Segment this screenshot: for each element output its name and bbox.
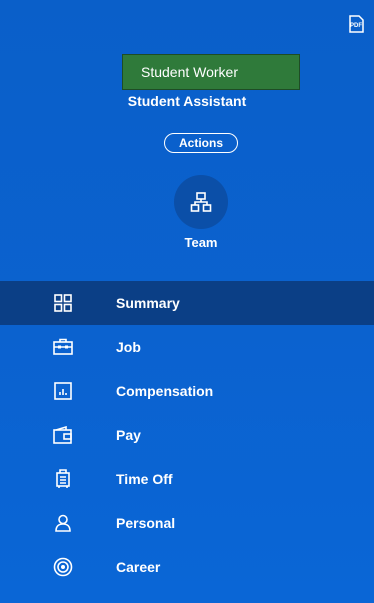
team-button[interactable] [174, 175, 228, 229]
worker-name: Student Worker [141, 64, 239, 80]
nav-label: Compensation [116, 383, 214, 399]
nav-label: Time Off [116, 471, 173, 487]
nav-label: Summary [116, 295, 180, 311]
person-icon [53, 513, 73, 533]
nav-label: Personal [116, 515, 176, 531]
nav-item-time-off[interactable]: Time Off [0, 457, 374, 501]
nav-item-job[interactable]: Job [0, 325, 374, 369]
nav-label: Pay [116, 427, 141, 443]
nav-label: Job [116, 339, 141, 355]
grid-icon [53, 293, 73, 313]
org-chart-icon [190, 192, 212, 212]
worker-profile-panel: PDF Student Worker Student Assistant Act… [0, 0, 374, 603]
job-title: Student Assistant [127, 93, 247, 109]
nav-item-summary[interactable]: Summary [0, 281, 374, 325]
worker-name-box: Student Worker [122, 54, 300, 90]
nav-label: Career [116, 559, 161, 575]
nav-item-personal[interactable]: Personal [0, 501, 374, 545]
actions-button[interactable]: Actions [164, 133, 238, 153]
pdf-icon[interactable]: PDF [346, 14, 366, 34]
svg-text:PDF: PDF [350, 23, 362, 29]
nav-item-compensation[interactable]: Compensation [0, 369, 374, 413]
target-icon [53, 557, 73, 577]
wallet-icon [53, 425, 73, 445]
briefcase-icon [53, 337, 73, 357]
luggage-icon [53, 469, 73, 489]
nav-item-pay[interactable]: Pay [0, 413, 374, 457]
team-label: Team [184, 235, 218, 250]
nav-item-career[interactable]: Career [0, 545, 374, 589]
profile-nav: Summary Job Compensation Pay Time Off Pe… [0, 281, 374, 589]
chart-icon [53, 381, 73, 401]
